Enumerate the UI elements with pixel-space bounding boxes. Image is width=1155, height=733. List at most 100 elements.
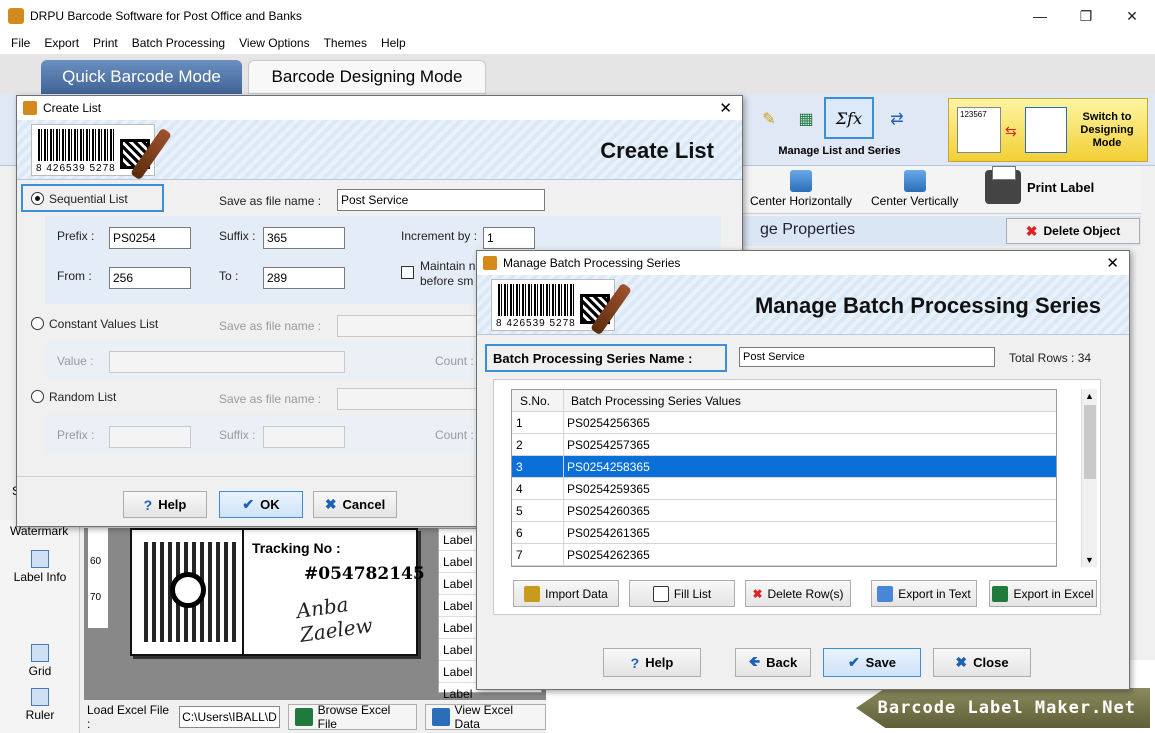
export-text-button[interactable]: Export in Text — [871, 580, 977, 607]
scroll-thumb[interactable] — [1084, 405, 1096, 479]
swap-arrows-icon[interactable]: ⇄ — [882, 104, 912, 134]
seq-prefix-input[interactable]: PS0254 — [109, 227, 191, 249]
export-excel-button[interactable]: Export in Excel — [989, 580, 1097, 607]
batch-help-button[interactable]: ? Help — [603, 648, 701, 677]
table-row-selected[interactable]: 3 PS0254258365 — [512, 455, 1056, 478]
rand-save-as-label: Save as file name : — [219, 392, 322, 406]
cancel-icon: ✖ — [324, 496, 337, 512]
ruler-label: Ruler — [25, 708, 55, 722]
create-list-title: Create List — [43, 101, 102, 115]
center-vertically-button[interactable]: Center Vertically — [871, 170, 958, 208]
menu-print[interactable]: Print — [86, 36, 125, 50]
cancel-label: Cancel — [342, 497, 386, 512]
excel-icon — [295, 707, 313, 726]
scroll-up-icon[interactable]: ▲ — [1085, 391, 1094, 401]
rand-prefix-label: Prefix : — [57, 428, 95, 442]
batch-series-close-x[interactable]: ✕ — [1106, 254, 1119, 272]
row-sno: 6 — [512, 521, 564, 544]
label-preview[interactable]: Tracking No : #054782145 Anba Zaelew — [130, 528, 425, 656]
delete-rows-button[interactable]: ✖ Delete Row(s) — [745, 580, 851, 607]
view-excel-label: View Excel Data — [454, 702, 514, 731]
table-row[interactable]: 5 PS0254260365 — [512, 499, 1056, 522]
switch-to-designing-button[interactable]: 123567 ⇆ Switch to Designing Mode — [948, 98, 1148, 162]
minimize-button[interactable]: — — [1017, 0, 1063, 32]
close-button[interactable]: ✕ — [1109, 0, 1155, 32]
random-list-radio[interactable] — [31, 390, 44, 403]
grid-scrollbar[interactable]: ▲ ▼ — [1081, 389, 1097, 567]
row-sno: 1 — [512, 411, 564, 434]
import-data-button[interactable]: Import Data — [513, 580, 619, 607]
view-data-icon — [432, 707, 450, 726]
ruler-tick-70: 70 — [90, 592, 102, 603]
table-row[interactable]: 1 PS0254256365 — [512, 411, 1056, 434]
seq-increment-input[interactable]: 1 — [483, 227, 535, 249]
delete-icon: ✖ — [1025, 222, 1038, 239]
series-name-label: Batch Processing Series Name : — [493, 351, 693, 366]
constant-list-radio[interactable] — [31, 317, 44, 330]
center-horizontally-button[interactable]: Center Horizontally — [750, 170, 852, 208]
manage-list-series-icon[interactable]: Σfx — [824, 97, 874, 139]
create-list-cancel-button[interactable]: ✖ Cancel — [313, 491, 397, 518]
ruler-icon — [31, 688, 49, 706]
seq-save-as-input[interactable]: Post Service — [337, 189, 545, 211]
table-row[interactable]: 2 PS0254257365 — [512, 433, 1056, 456]
table-row[interactable]: 4 PS0254259365 — [512, 477, 1056, 500]
grid-item[interactable]: Grid — [0, 644, 80, 678]
batch-close-button[interactable]: ✖ Close — [933, 648, 1031, 677]
browse-excel-button[interactable]: Browse Excel File — [288, 703, 418, 731]
barcode-digits: 8 426539 5278 — [496, 318, 576, 329]
delete-object-button[interactable]: ✖ Delete Object — [1006, 218, 1140, 244]
edit-pencil-icon[interactable]: ✎ — [754, 104, 784, 134]
create-list-help-button[interactable]: ? Help — [123, 491, 207, 518]
tab-barcode-designing-mode[interactable]: Barcode Designing Mode — [248, 60, 486, 94]
table-row[interactable]: 7 PS0254262365 — [512, 543, 1056, 566]
menu-file[interactable]: File — [4, 36, 37, 50]
series-name-input[interactable]: Post Service — [739, 347, 995, 367]
label-info-icon — [31, 550, 49, 568]
seq-from-input[interactable]: 256 — [109, 267, 191, 289]
create-list-header-title: Create List — [600, 138, 714, 163]
view-excel-button[interactable]: View Excel Data — [425, 702, 546, 731]
batch-save-button[interactable]: ✔ Save — [823, 648, 921, 677]
menu-themes[interactable]: Themes — [317, 36, 374, 50]
ruler-item[interactable]: Ruler — [0, 688, 80, 722]
maintain-label: Maintain n — [420, 259, 476, 273]
seq-save-as-label: Save as file name : — [219, 194, 322, 208]
tab-quick-barcode-mode[interactable]: Quick Barcode Mode — [41, 60, 242, 94]
create-list-close-button[interactable]: ✕ — [719, 99, 732, 117]
delete-rows-icon: ✖ — [752, 586, 763, 601]
col-sno-header[interactable]: S.No. — [512, 390, 564, 412]
seq-to-input[interactable]: 289 — [263, 267, 345, 289]
menu-help[interactable]: Help — [374, 36, 413, 50]
menu-batch-processing[interactable]: Batch Processing — [125, 36, 232, 50]
batch-series-titlebar: Manage Batch Processing Series ✕ — [477, 251, 1129, 275]
maximize-button[interactable]: ❐ — [1063, 0, 1109, 32]
app-titlebar: DRPU Barcode Software for Post Office an… — [0, 0, 1155, 32]
col-values-header[interactable]: Batch Processing Series Values — [564, 390, 1056, 412]
row-value: PS0254259365 — [567, 481, 650, 496]
batch-back-button[interactable]: 🡸 Back — [735, 648, 811, 677]
batch-back-label: Back — [766, 655, 798, 670]
excel-import-icon[interactable]: ▦ — [791, 104, 821, 134]
random-list-label: Random List — [49, 390, 117, 404]
grid-icon — [31, 644, 49, 662]
menu-export[interactable]: Export — [37, 36, 86, 50]
maintain-checkbox[interactable] — [401, 266, 414, 279]
create-list-titlebar: Create List ✕ — [17, 96, 742, 120]
create-list-header: 8 426539 5278 Create List — [17, 120, 742, 181]
fill-list-button[interactable]: Fill List — [629, 580, 735, 607]
print-label-button[interactable]: Print Label — [985, 166, 1094, 204]
excel-bar: Load Excel File : C:\Users\IBALL\D Brows… — [84, 700, 546, 733]
batch-series-header: 8 426539 5278 Manage Batch Processing Se… — [477, 275, 1129, 336]
barcode-digits: 8 426539 5278 — [36, 163, 116, 174]
seq-suffix-input[interactable]: 365 — [263, 227, 345, 249]
import-icon — [524, 585, 541, 602]
create-list-ok-button[interactable]: ✔ OK — [219, 491, 303, 518]
menu-view-options[interactable]: View Options — [232, 36, 316, 50]
sequential-list-radio[interactable] — [31, 192, 44, 205]
properties-title: ge Properties — [760, 221, 856, 238]
excel-path-field[interactable]: C:\Users\IBALL\D — [179, 705, 281, 728]
table-row[interactable]: 6 PS0254261365 — [512, 521, 1056, 544]
scroll-down-icon[interactable]: ▼ — [1085, 555, 1094, 565]
label-info-item[interactable]: Label Info — [0, 550, 80, 584]
